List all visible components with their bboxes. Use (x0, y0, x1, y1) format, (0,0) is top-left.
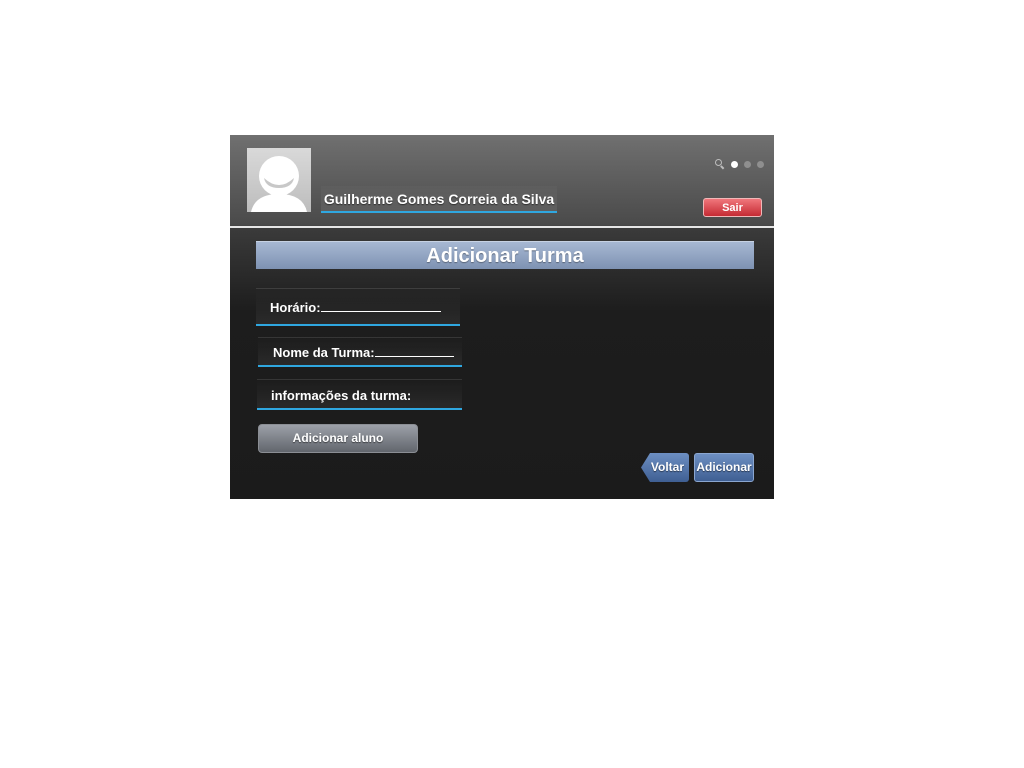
informacoes-label: informações da turma: (271, 388, 412, 403)
horario-input-line[interactable] (320, 299, 441, 312)
add-student-button[interactable]: Adicionar aluno (258, 424, 418, 453)
nome-turma-label: Nome da Turma: (273, 345, 375, 360)
horario-label: Horário: (270, 300, 321, 315)
search-icon[interactable] (715, 159, 725, 169)
user-silhouette-icon (251, 156, 307, 212)
page-indicator (715, 158, 764, 170)
informacoes-field[interactable]: informações da turma: (257, 379, 462, 410)
logout-button[interactable]: Sair (703, 198, 762, 217)
page-dot-3[interactable] (757, 160, 764, 168)
header-divider (230, 226, 774, 228)
nome-turma-input-line[interactable] (374, 344, 454, 357)
submit-button[interactable]: Adicionar (694, 453, 754, 482)
avatar[interactable] (247, 148, 311, 212)
app-window: Guilherme Gomes Correia da Silva Sair Ad… (230, 135, 774, 499)
page-dot-1[interactable] (731, 160, 738, 168)
nome-turma-field[interactable]: Nome da Turma: (258, 337, 462, 367)
back-button[interactable]: Voltar (641, 453, 689, 482)
horario-field[interactable]: Horário: (256, 288, 460, 326)
page-title: Adicionar Turma (256, 241, 754, 269)
page-dot-2[interactable] (744, 160, 751, 168)
user-name: Guilherme Gomes Correia da Silva (321, 186, 557, 213)
